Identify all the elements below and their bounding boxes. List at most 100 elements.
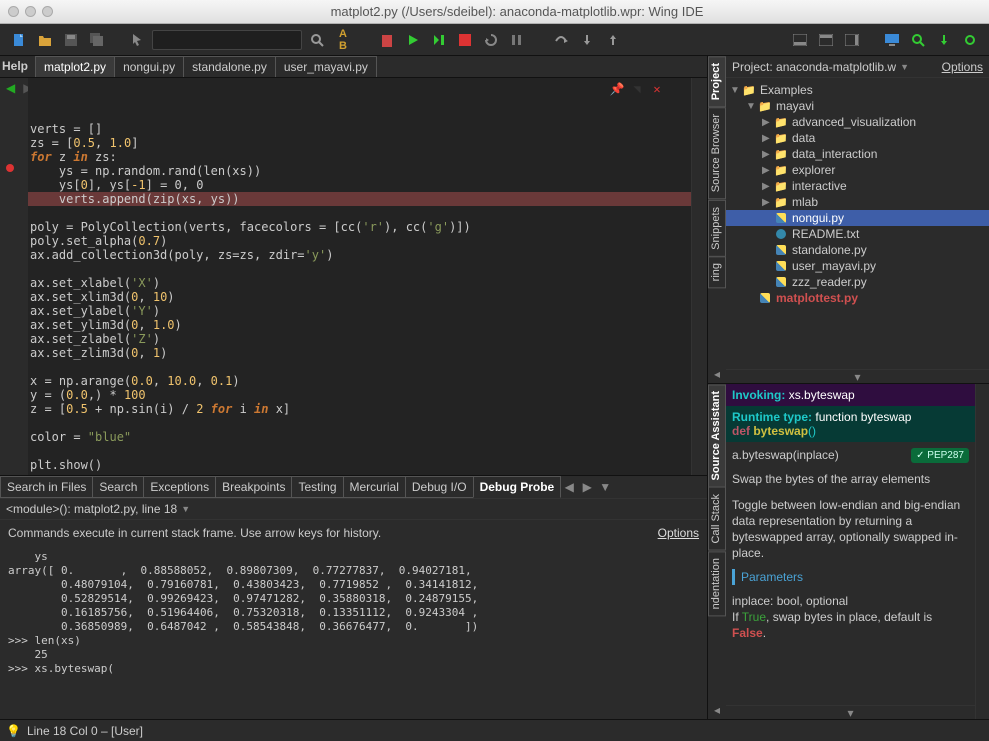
sidetabs-top-more[interactable]: ◂ — [708, 365, 726, 383]
assist-scrollbar[interactable] — [975, 384, 989, 719]
tab-debug-io[interactable]: Debug I/O — [405, 476, 474, 498]
status-text: Line 18 Col 0 – [User] — [27, 724, 143, 738]
project-header: Project: anaconda-matplotlib.w ▼ Options — [726, 56, 989, 78]
tab-debug-probe[interactable]: Debug Probe — [473, 476, 562, 498]
tab-testing[interactable]: Testing — [291, 476, 343, 498]
assist-signature-row: a.byteswap(inplace) ✓ PEP287 — [726, 442, 975, 469]
tree-item-readme-txt[interactable]: README.txt — [726, 226, 989, 242]
step-out-button[interactable] — [602, 29, 624, 51]
search-input[interactable] — [152, 30, 302, 50]
restart-button[interactable] — [480, 29, 502, 51]
tab-search-in-files[interactable]: Search in Files — [0, 476, 93, 498]
tree-item-standalone-py[interactable]: standalone.py — [726, 242, 989, 258]
new-file-button[interactable] — [8, 29, 30, 51]
bulb-icon: 💡 — [6, 724, 21, 738]
step-into-button[interactable] — [576, 29, 598, 51]
tab-standalone[interactable]: standalone.py — [183, 56, 276, 77]
continue-button[interactable] — [428, 29, 450, 51]
tab-mercurial[interactable]: Mercurial — [343, 476, 406, 498]
help-link[interactable]: Help — [0, 56, 36, 77]
probe-options-link[interactable]: Options — [658, 526, 699, 540]
assist-param-default: If True, swap bytes in place, default is… — [732, 609, 969, 641]
main-toolbar: AB — [0, 24, 989, 56]
tab-nongui[interactable]: nongui.py — [114, 56, 184, 77]
tree-item-examples[interactable]: ▼📁Examples — [726, 82, 989, 98]
find-button[interactable] — [907, 29, 929, 51]
run-button[interactable] — [402, 29, 424, 51]
code-editor[interactable]: 📌 ◥ ✕ verts = []zs = [0.5, 1.0]for z in … — [28, 78, 691, 475]
panel-button-1[interactable] — [789, 29, 811, 51]
tab-matplot2[interactable]: matplot2.py — [35, 56, 115, 77]
sidetab-call-stack[interactable]: Call Stack — [708, 487, 726, 551]
tree-item-advanced-visualization[interactable]: ▶📁advanced_visualization — [726, 114, 989, 130]
sidetab-source-assistant[interactable]: Source Assistant — [708, 384, 726, 487]
replace-button[interactable]: AB — [332, 29, 354, 51]
assist-param-line: inplace: bool, optional — [732, 593, 969, 609]
monitor-button[interactable] — [881, 29, 903, 51]
tree-more-indicator[interactable]: ▾ — [726, 369, 989, 383]
pause-button[interactable] — [506, 29, 528, 51]
editor-scrollbar[interactable] — [691, 78, 707, 475]
sidetab-ring[interactable]: ring — [708, 256, 726, 288]
tree-item-data[interactable]: ▶📁data — [726, 130, 989, 146]
close-icon[interactable] — [8, 6, 19, 17]
tree-item-zzz-reader-py[interactable]: zzz_reader.py — [726, 274, 989, 290]
tree-item-nongui-py[interactable]: nongui.py — [726, 210, 989, 226]
bottom-tabs-menu[interactable]: ▼ — [596, 476, 614, 498]
sidetab-project[interactable]: Project — [708, 56, 726, 107]
tree-item-mayavi[interactable]: ▼📁mayavi — [726, 98, 989, 114]
bookmark-icon[interactable]: ◥ — [629, 81, 645, 97]
back-arrow-icon[interactable]: ◀ — [6, 81, 15, 93]
tab-breakpoints[interactable]: Breakpoints — [215, 476, 292, 498]
project-dropdown-icon[interactable]: ▼ — [900, 62, 909, 72]
stop-button[interactable] — [454, 29, 476, 51]
tab-user-mayavi[interactable]: user_mayavi.py — [275, 56, 377, 77]
assist-signature: a.byteswap(inplace) — [732, 448, 839, 462]
assist-params-header: Parameters — [732, 569, 803, 585]
tree-item-interactive[interactable]: ▶📁interactive — [726, 178, 989, 194]
chevron-down-icon[interactable]: ▼ — [181, 504, 190, 514]
assist-doc: Swap the bytes of the array elements Tog… — [726, 469, 975, 705]
assist-invoking-name: xs.byteswap — [789, 388, 855, 402]
project-options-link[interactable]: Options — [942, 60, 983, 74]
tree-item-data-interaction[interactable]: ▶📁data_interaction — [726, 146, 989, 162]
tab-search[interactable]: Search — [92, 476, 144, 498]
save-button[interactable] — [60, 29, 82, 51]
project-title: Project: anaconda-matplotlib.w — [732, 60, 896, 74]
sidetab-snippets[interactable]: Snippets — [708, 200, 726, 257]
tree-item-matplottest-py[interactable]: matplottest.py — [726, 290, 989, 306]
sync-button[interactable] — [959, 29, 981, 51]
pin-icon[interactable]: 📌 — [609, 81, 625, 97]
assist-runtime-row: Runtime type: function byteswap def byte… — [726, 406, 975, 442]
bottom-tabs-next[interactable]: ▶ — [578, 476, 596, 498]
download-button[interactable] — [933, 29, 955, 51]
bottom-tabs-prev[interactable]: ◀ — [560, 476, 578, 498]
open-file-button[interactable] — [34, 29, 56, 51]
assist-invoking-row: Invoking: xs.byteswap — [726, 384, 975, 406]
right-sidetabs-top: Project Source Browser Snippets ring ◂ — [708, 56, 726, 383]
tree-item-explorer[interactable]: ▶📁explorer — [726, 162, 989, 178]
panel-button-3[interactable] — [841, 29, 863, 51]
minimize-icon[interactable] — [25, 6, 36, 17]
save-all-button[interactable] — [86, 29, 108, 51]
tab-exceptions[interactable]: Exceptions — [143, 476, 216, 498]
sidetab-source-browser[interactable]: Source Browser — [708, 107, 726, 199]
step-over-button[interactable] — [550, 29, 572, 51]
pointer-tool-button[interactable] — [126, 29, 148, 51]
search-icon[interactable] — [306, 29, 328, 51]
tree-item-mlab[interactable]: ▶📁mlab — [726, 194, 989, 210]
sidetabs-bottom-more[interactable]: ◂ — [708, 701, 726, 719]
zoom-icon[interactable] — [42, 6, 53, 17]
panel-button-2[interactable] — [815, 29, 837, 51]
assist-more-indicator[interactable]: ▾ — [726, 705, 975, 719]
sidetab-indentation[interactable]: ndentation — [708, 551, 726, 616]
project-tree[interactable]: ▼📁Examples▼📁mayavi▶📁advanced_visualizati… — [726, 78, 989, 369]
stop-file-button[interactable] — [376, 29, 398, 51]
close-tab-icon[interactable]: ✕ — [649, 81, 665, 97]
debug-console[interactable]: ys array([ 0. , 0.88588052, 0.89807309, … — [0, 546, 707, 719]
location-bar[interactable]: <module>(): matplot2.py, line 18 ▼ — [0, 498, 707, 520]
breakpoint-marker-icon[interactable] — [6, 164, 14, 172]
traffic-lights — [8, 6, 53, 17]
tree-item-user-mayavi-py[interactable]: user_mayavi.py — [726, 258, 989, 274]
editor-tab-bar: Help matplot2.py nongui.py standalone.py… — [0, 56, 707, 78]
